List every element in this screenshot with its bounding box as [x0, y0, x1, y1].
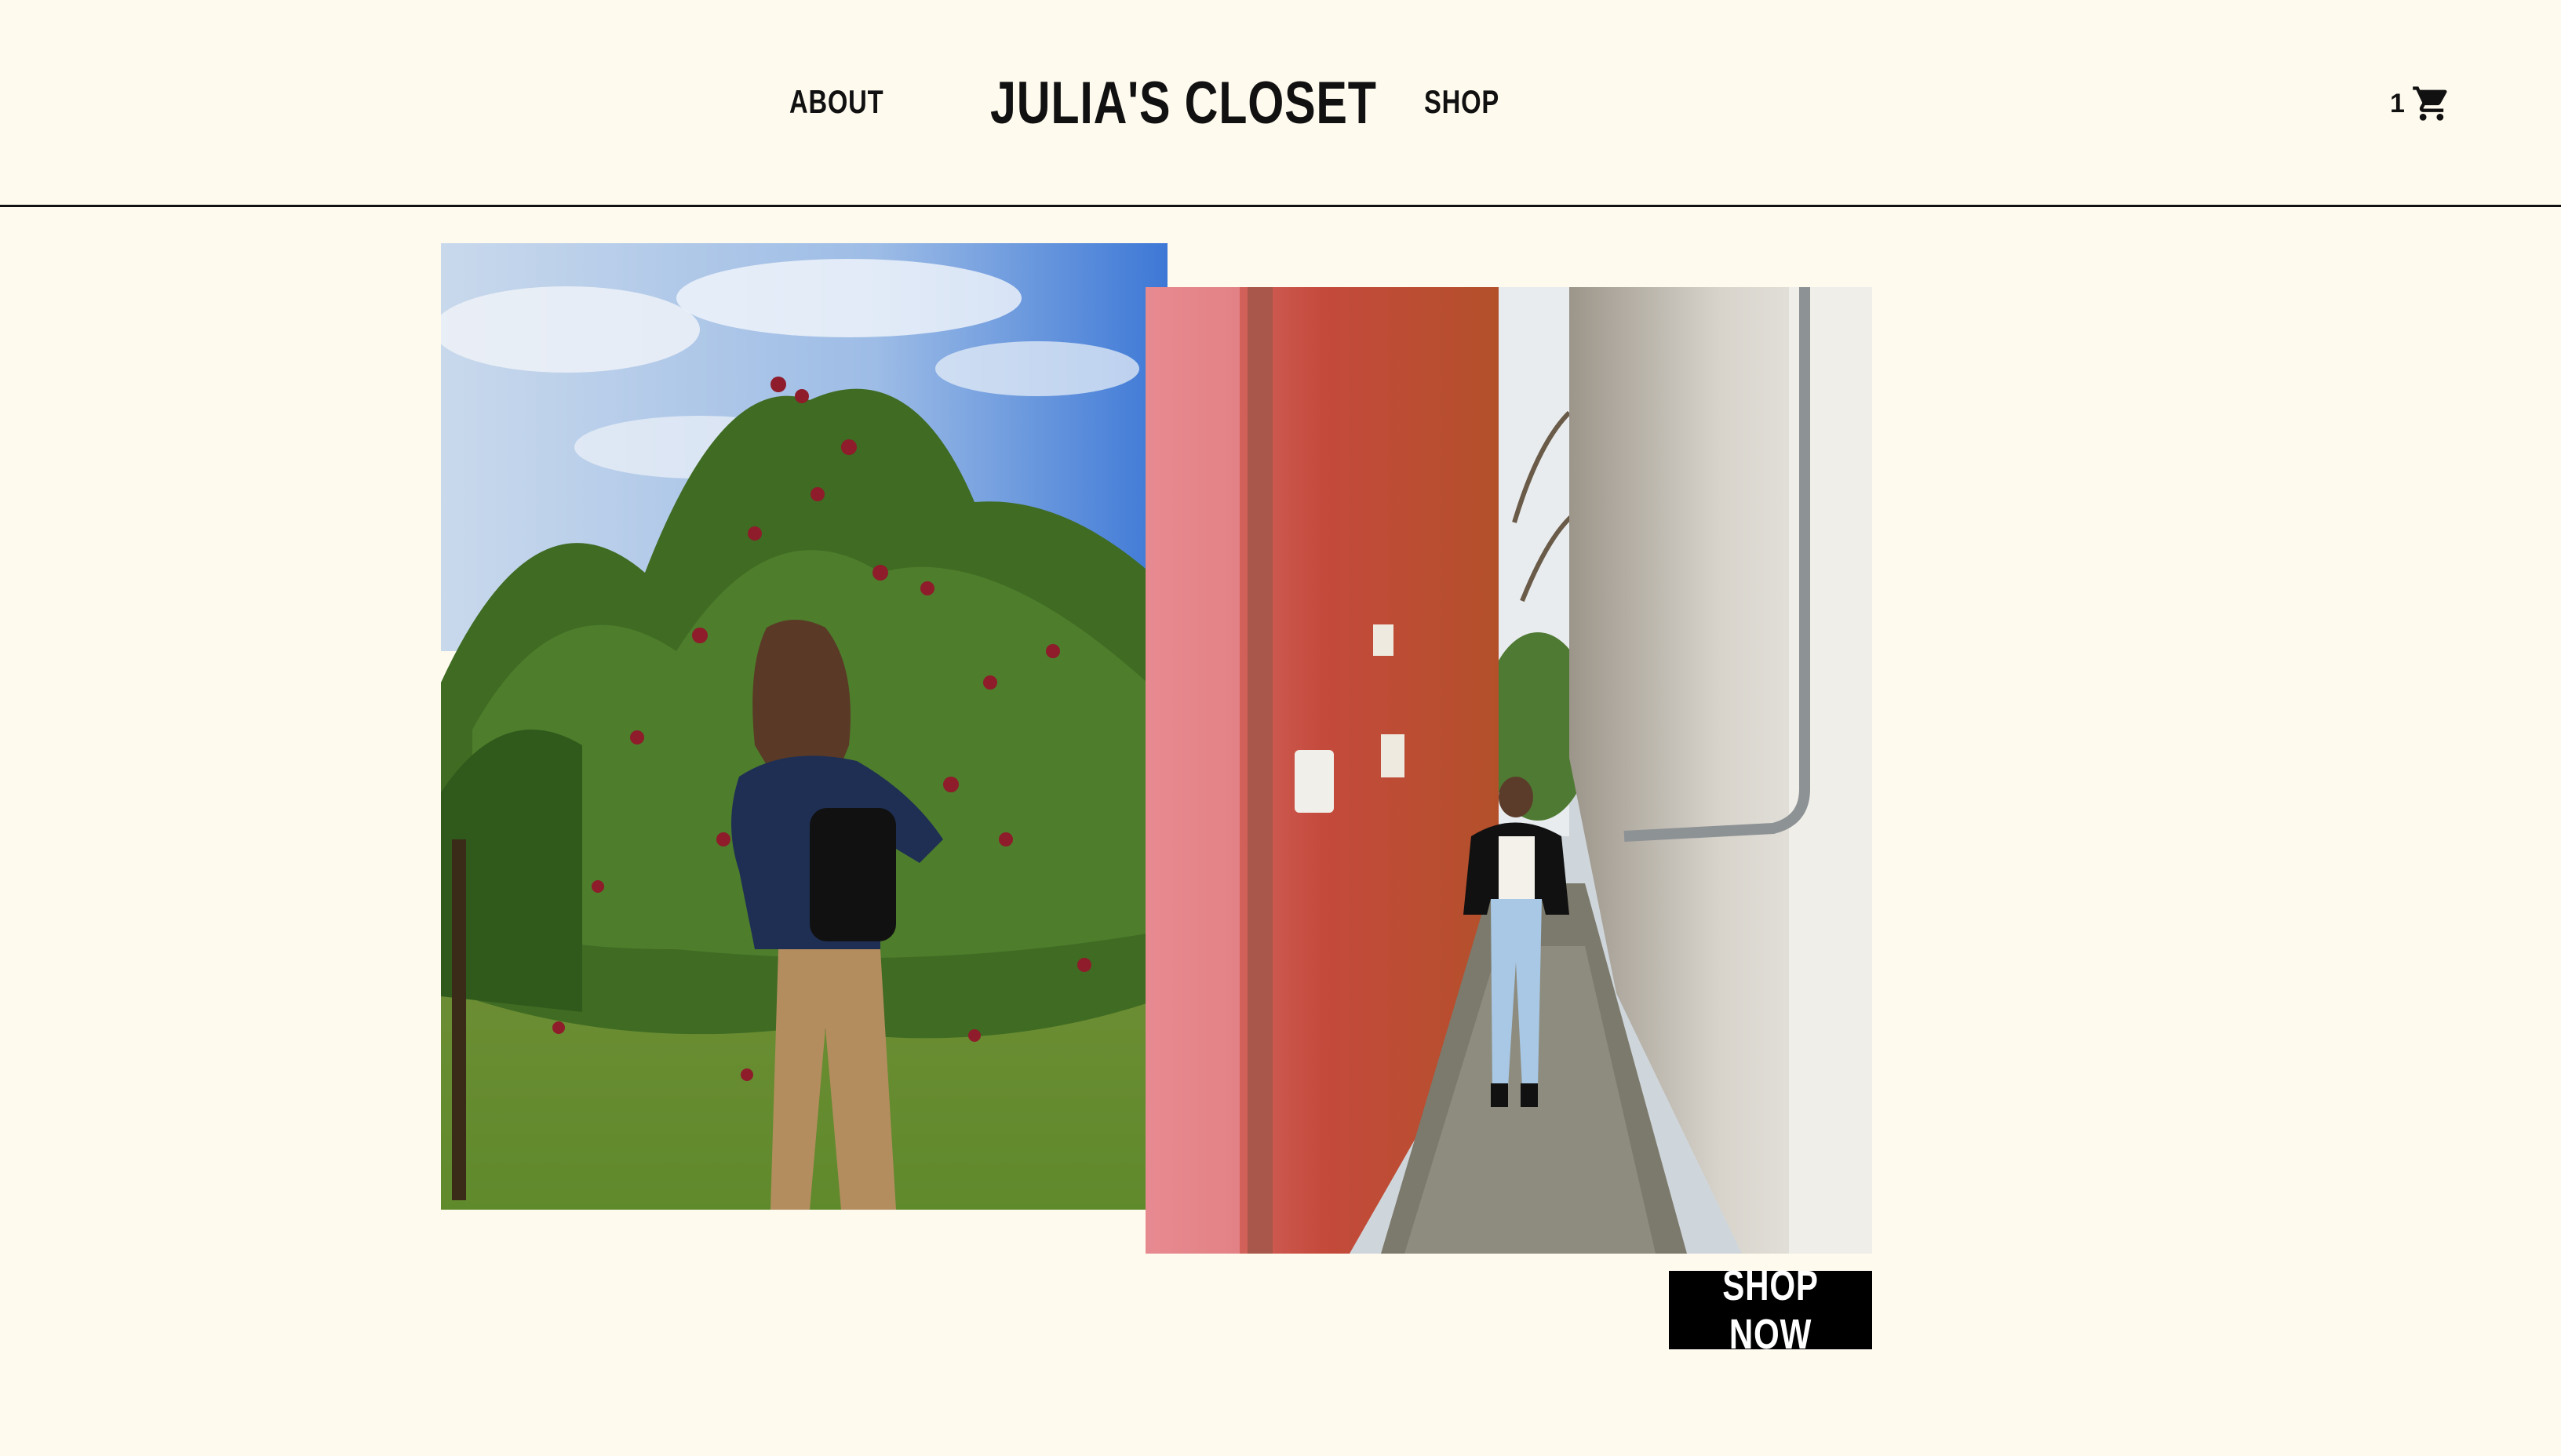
hero-photo-alley [1146, 287, 1872, 1254]
shopping-cart-icon [2413, 86, 2447, 121]
nav-shop-link[interactable]: SHOP [1424, 83, 1499, 121]
hero-photo-orchard [441, 243, 1168, 1210]
nav-about-link[interactable]: ABOUT [789, 83, 883, 121]
cart-count: 1 [2390, 88, 2405, 118]
shop-now-label: SHOP NOW [1722, 1262, 1819, 1358]
site-header: ABOUT JULIA'S CLOSET SHOP 1 [0, 0, 2561, 207]
cart-button[interactable]: 1 [2390, 82, 2452, 126]
shop-now-button[interactable]: SHOP NOW [1669, 1262, 1872, 1358]
site-logo[interactable]: JULIA'S CLOSET [990, 69, 1377, 137]
